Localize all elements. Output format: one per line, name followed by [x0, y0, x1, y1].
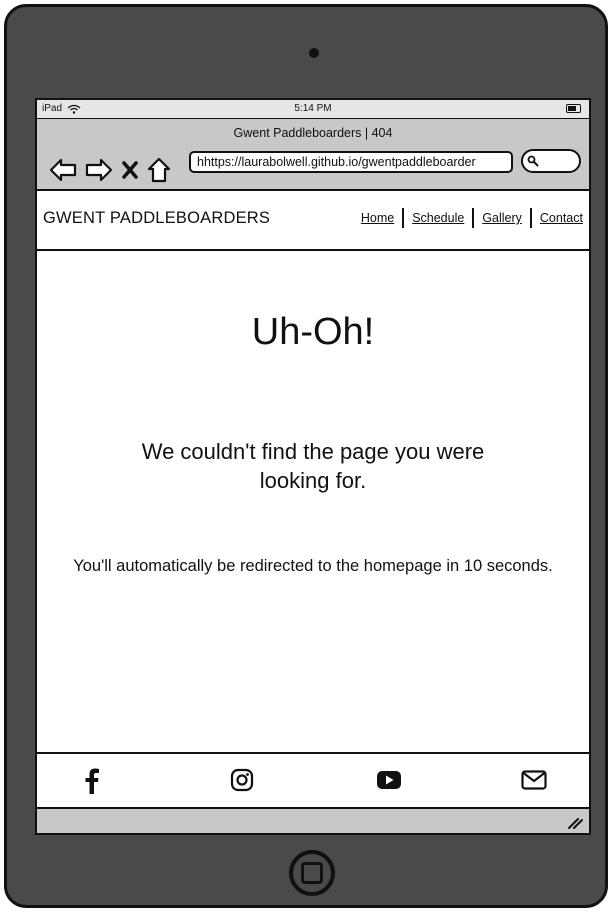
- envelope-icon[interactable]: [521, 770, 547, 790]
- main-content: Uh-Oh! We couldn't find the page you wer…: [37, 251, 589, 751]
- battery-icon: [566, 104, 581, 113]
- site-brand[interactable]: GWENT PADDLEBOARDERS: [43, 209, 270, 228]
- redirect-note: You'll automatically be redirected to th…: [73, 557, 553, 575]
- error-heading: Uh-Oh!: [251, 311, 375, 353]
- browser-toolbar: Gwent Paddleboarders | 404 hhttps://laur…: [37, 119, 589, 191]
- device-home-button[interactable]: [289, 850, 335, 896]
- nav-link-contact[interactable]: Contact: [532, 209, 583, 227]
- url-bar[interactable]: hhttps://laurabolwell.github.io/gwentpad…: [189, 151, 513, 173]
- main-nav: Home Schedule Gallery Contact: [353, 208, 583, 228]
- site-header: GWENT PADDLEBOARDERS Home Schedule Galle…: [37, 191, 589, 251]
- error-message: We couldn't find the page you were looki…: [141, 439, 485, 493]
- browser-search-field[interactable]: [521, 149, 581, 173]
- facebook-icon[interactable]: [85, 768, 99, 794]
- nav-link-home[interactable]: Home: [353, 209, 402, 227]
- tab-title: Gwent Paddleboarders | 404: [233, 126, 393, 140]
- home-icon[interactable]: [147, 157, 171, 183]
- close-icon[interactable]: [121, 160, 139, 180]
- browser-screen: iPad 5:14 PM Gwent Paddleboarders | 404: [35, 98, 591, 835]
- forward-arrow-icon[interactable]: [85, 158, 113, 182]
- status-bar: iPad 5:14 PM: [37, 100, 589, 119]
- resize-grip-icon[interactable]: [567, 817, 583, 829]
- nav-link-gallery[interactable]: Gallery: [474, 209, 530, 227]
- back-arrow-icon[interactable]: [49, 158, 77, 182]
- site-footer: [37, 752, 589, 808]
- search-icon: [527, 155, 539, 167]
- nav-link-schedule[interactable]: Schedule: [404, 209, 472, 227]
- camera: [309, 48, 319, 58]
- tablet-frame: iPad 5:14 PM Gwent Paddleboarders | 404: [4, 4, 608, 908]
- browser-nav-buttons: [49, 157, 171, 183]
- clock: 5:14 PM: [294, 103, 332, 114]
- youtube-icon[interactable]: [376, 770, 402, 790]
- instagram-icon[interactable]: [230, 768, 254, 792]
- home-button-square: [301, 862, 323, 884]
- browser-bottom-bar: [37, 807, 589, 833]
